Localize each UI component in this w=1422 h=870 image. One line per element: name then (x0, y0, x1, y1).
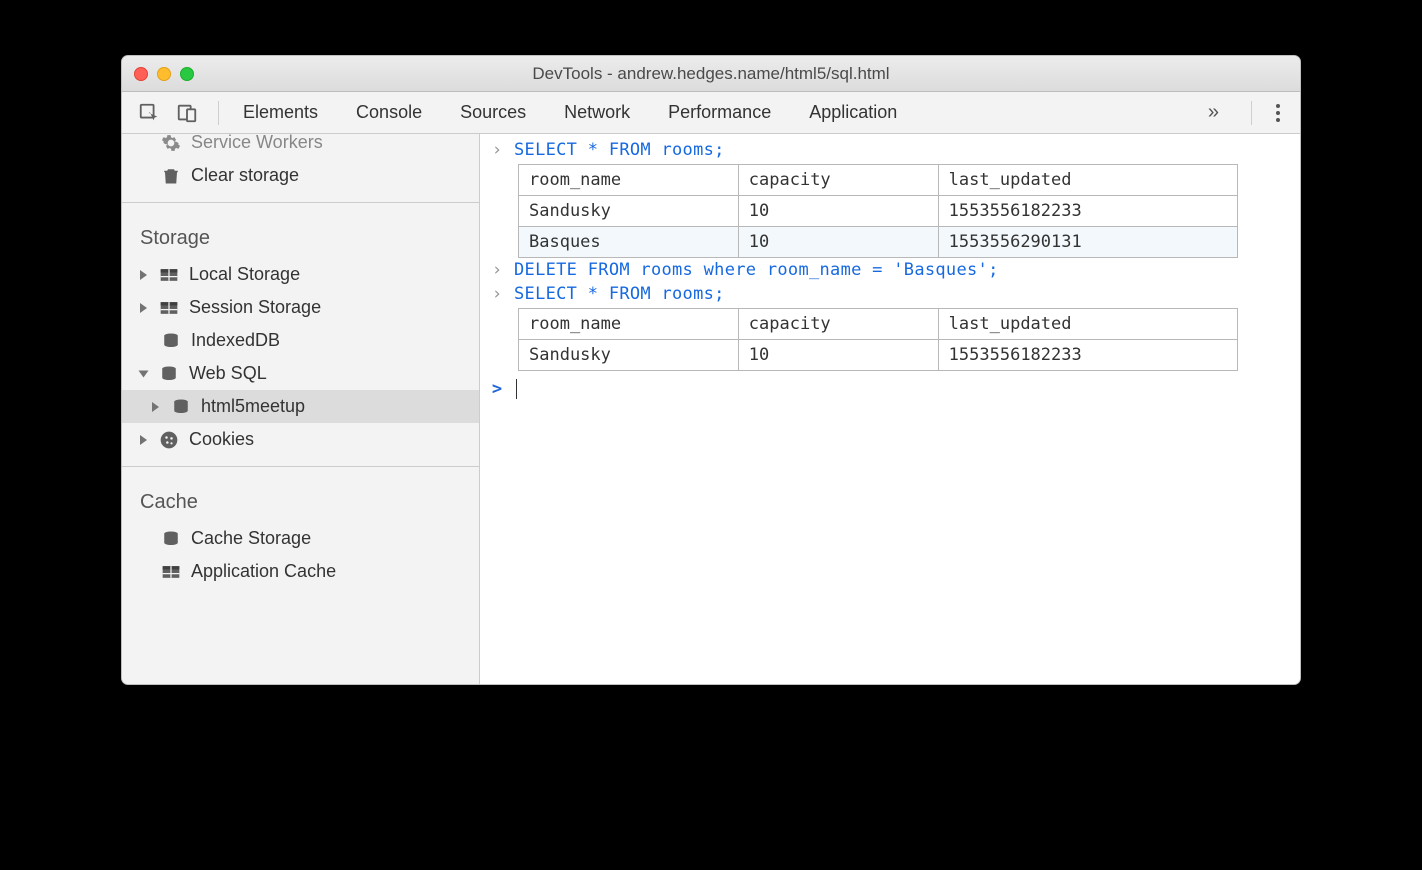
column-header: last_updated (938, 309, 1237, 340)
body: Service Workers Clear storage Storage Lo… (122, 134, 1300, 684)
sidebar-item-clear-storage[interactable]: Clear storage (122, 159, 479, 192)
chevron-right-icon (140, 303, 147, 313)
console-prompt[interactable]: > (490, 377, 1290, 401)
menu-icon[interactable] (1270, 104, 1286, 122)
tab-console[interactable]: Console (356, 94, 422, 131)
database-icon (159, 364, 179, 384)
sidebar-item-label: IndexedDB (191, 330, 280, 351)
tab-network[interactable]: Network (564, 94, 630, 131)
chevron-right-icon: > (490, 379, 504, 399)
text-cursor (516, 379, 517, 399)
sidebar-item-cookies[interactable]: Cookies (122, 423, 479, 456)
sidebar: Service Workers Clear storage Storage Lo… (122, 134, 480, 684)
cell: 10 (738, 340, 938, 371)
tab-sources[interactable]: Sources (460, 94, 526, 131)
divider (122, 466, 479, 467)
toolbar: Elements Console Sources Network Perform… (122, 92, 1300, 134)
database-icon (161, 331, 181, 351)
sidebar-item-label: Clear storage (191, 165, 299, 186)
chevron-right-icon (140, 270, 147, 280)
tab-performance[interactable]: Performance (668, 94, 771, 131)
cell: 10 (738, 227, 938, 258)
panel-tabs: Elements Console Sources Network Perform… (243, 94, 1182, 131)
table-row: Basques 10 1553556290131 (519, 227, 1238, 258)
result-table-wrap: room_name capacity last_updated Sandusky… (490, 164, 1290, 258)
cell: Basques (519, 227, 739, 258)
sidebar-item-label: html5meetup (201, 396, 305, 417)
sidebar-item-label: Web SQL (189, 363, 267, 384)
console-entry: › SELECT * FROM rooms; (490, 282, 1290, 306)
sql-query: SELECT * FROM rooms; (514, 140, 725, 160)
column-header: room_name (519, 165, 739, 196)
column-header: capacity (738, 309, 938, 340)
database-icon (161, 529, 181, 549)
window-controls (134, 67, 194, 81)
column-header: capacity (738, 165, 938, 196)
cell: 1553556182233 (938, 196, 1237, 227)
database-icon (171, 397, 191, 417)
divider (218, 101, 219, 125)
table-row: Sandusky 10 1553556182233 (519, 340, 1238, 371)
section-storage: Storage (122, 213, 479, 258)
cell: Sandusky (519, 340, 739, 371)
chevron-right-icon (152, 402, 159, 412)
sidebar-item-html5meetup[interactable]: html5meetup (122, 390, 479, 423)
table-header-row: room_name capacity last_updated (519, 165, 1238, 196)
tab-elements[interactable]: Elements (243, 94, 318, 131)
result-table: room_name capacity last_updated Sandusky… (518, 308, 1238, 371)
sidebar-item-label: Cache Storage (191, 528, 311, 549)
result-table: room_name capacity last_updated Sandusky… (518, 164, 1238, 258)
sidebar-item-label: Application Cache (191, 561, 336, 582)
sql-query: DELETE FROM rooms where room_name = 'Bas… (514, 260, 999, 280)
section-cache: Cache (122, 477, 479, 522)
divider (122, 202, 479, 203)
sidebar-item-indexeddb[interactable]: IndexedDB (122, 324, 479, 357)
devtools-window: DevTools - andrew.hedges.name/html5/sql.… (121, 55, 1301, 685)
sql-console[interactable]: › SELECT * FROM rooms; room_name capacit… (480, 134, 1300, 684)
sidebar-item-label: Cookies (189, 429, 254, 450)
table-header-row: room_name capacity last_updated (519, 309, 1238, 340)
column-header: room_name (519, 309, 739, 340)
titlebar: DevTools - andrew.hedges.name/html5/sql.… (122, 56, 1300, 92)
cell: 1553556290131 (938, 227, 1237, 258)
sidebar-item-service-workers[interactable]: Service Workers (122, 134, 479, 159)
cell: Sandusky (519, 196, 739, 227)
inspect-icon[interactable] (136, 100, 162, 126)
result-table-wrap: room_name capacity last_updated Sandusky… (490, 308, 1290, 371)
table-icon (159, 267, 179, 283)
cell: 1553556182233 (938, 340, 1237, 371)
console-entry: › SELECT * FROM rooms; (490, 138, 1290, 162)
chevron-right-icon (140, 435, 147, 445)
sidebar-item-application-cache[interactable]: Application Cache (122, 555, 479, 588)
cell: 10 (738, 196, 938, 227)
sidebar-item-label: Local Storage (189, 264, 300, 285)
sql-query: SELECT * FROM rooms; (514, 284, 725, 304)
close-icon[interactable] (134, 67, 148, 81)
chevron-right-icon: › (490, 140, 504, 160)
table-row: Sandusky 10 1553556182233 (519, 196, 1238, 227)
table-icon (161, 564, 181, 580)
maximize-icon[interactable] (180, 67, 194, 81)
chevron-right-icon: › (490, 284, 504, 304)
console-entry: › DELETE FROM rooms where room_name = 'B… (490, 258, 1290, 282)
sidebar-item-web-sql[interactable]: Web SQL (122, 357, 479, 390)
device-toggle-icon[interactable] (174, 100, 200, 126)
chevron-down-icon (139, 370, 149, 377)
sidebar-item-local-storage[interactable]: Local Storage (122, 258, 479, 291)
table-icon (159, 300, 179, 316)
trash-icon (161, 166, 181, 186)
gear-icon (161, 134, 181, 153)
sql-input[interactable] (514, 379, 517, 399)
cookie-icon (159, 430, 179, 450)
tabs-overflow-button[interactable]: » (1194, 101, 1233, 124)
divider (1251, 101, 1252, 125)
sidebar-item-session-storage[interactable]: Session Storage (122, 291, 479, 324)
sidebar-item-label: Session Storage (189, 297, 321, 318)
sidebar-item-label: Service Workers (191, 134, 323, 153)
sidebar-item-cache-storage[interactable]: Cache Storage (122, 522, 479, 555)
minimize-icon[interactable] (157, 67, 171, 81)
column-header: last_updated (938, 165, 1237, 196)
window-title: DevTools - andrew.hedges.name/html5/sql.… (122, 64, 1300, 84)
chevron-right-icon: › (490, 260, 504, 280)
